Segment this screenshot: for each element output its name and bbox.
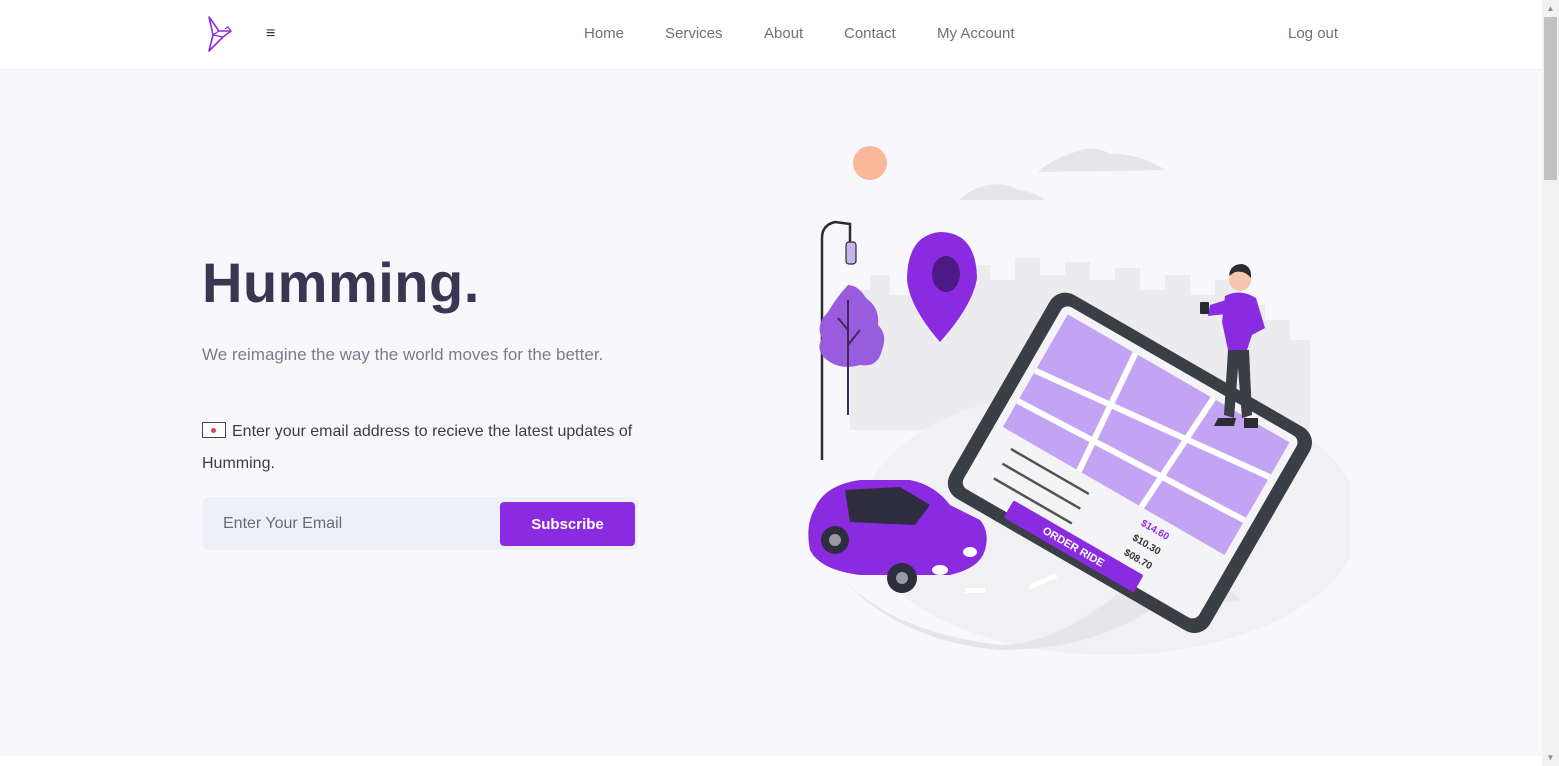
- cloud-icon: [1038, 148, 1166, 172]
- nav-link-about[interactable]: About: [764, 25, 803, 43]
- cloud-icon: [960, 184, 1045, 200]
- sun-icon: [853, 146, 887, 180]
- vertical-scrollbar[interactable]: ▲ ▼: [1542, 0, 1559, 766]
- scroll-up-icon[interactable]: ▲: [1542, 0, 1559, 17]
- newsletter-text: Enter your email address to recieve the …: [202, 416, 642, 480]
- nav-link-services[interactable]: Services: [665, 25, 723, 43]
- navbar: ≡ Home Services About Contact My Account…: [0, 0, 1542, 70]
- nav-link-contact[interactable]: Contact: [844, 25, 896, 43]
- page-bottom: [0, 756, 1542, 766]
- scroll-down-icon[interactable]: ▼: [1542, 749, 1559, 766]
- envelope-icon: [202, 422, 226, 438]
- nav-link-my-account[interactable]: My Account: [937, 25, 1015, 43]
- bird-logo-icon[interactable]: [203, 15, 235, 53]
- scrollbar-thumb[interactable]: [1544, 17, 1557, 180]
- ride-illustration: $14.60 $10.30 $08.70 ORDER RIDE: [808, 146, 1350, 655]
- newsletter-text-label: Enter your email address to recieve the …: [202, 423, 633, 472]
- subscribe-button[interactable]: Subscribe: [500, 502, 635, 546]
- hero-title: Humming.: [202, 251, 480, 314]
- email-input[interactable]: [203, 497, 500, 550]
- hamburger-icon[interactable]: ≡: [266, 24, 282, 44]
- hero-subtitle: We reimagine the way the world moves for…: [202, 345, 604, 364]
- subscribe-form: Subscribe: [203, 497, 638, 550]
- logout-link[interactable]: Log out: [1288, 25, 1338, 43]
- nav-link-home[interactable]: Home: [584, 25, 624, 43]
